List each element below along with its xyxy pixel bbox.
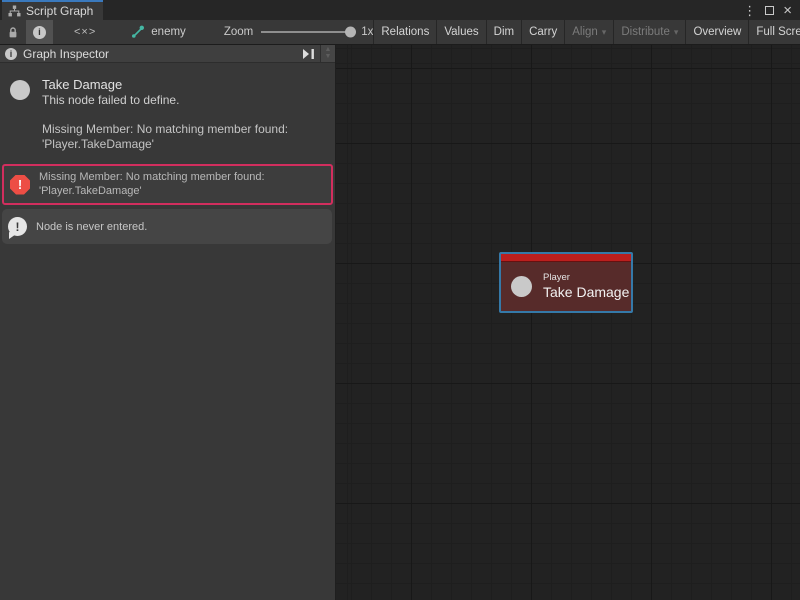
- tab-label: Script Graph: [26, 4, 93, 18]
- node-error-line2: 'Player.TakeDamage': [42, 137, 288, 152]
- zoom-slider[interactable]: [261, 20, 353, 45]
- error-box-line1: Missing Member: No matching member found…: [39, 171, 265, 185]
- window-tab-bar: Script Graph ⋮ ×: [0, 0, 800, 20]
- zoom-slider-track: [261, 31, 353, 33]
- menu-icon[interactable]: ⋮: [743, 4, 756, 17]
- panel-scroll-buttons: ▲ ▼: [321, 45, 335, 62]
- zoom-label: Zoom: [224, 26, 253, 38]
- node-header-strip: [501, 254, 631, 262]
- warning-message-box: ! Node is never entered.: [2, 209, 332, 244]
- take-damage-node[interactable]: Player Take Damage: [499, 252, 633, 313]
- distribute-button: Distribute ▾: [614, 20, 685, 44]
- main-area: i Graph Inspector ▲ ▼: [0, 45, 800, 600]
- tab-script-graph[interactable]: Script Graph: [2, 0, 103, 20]
- lock-button[interactable]: [0, 20, 26, 44]
- info-icon: i: [5, 48, 17, 60]
- dock-right-icon: [302, 49, 315, 59]
- close-icon[interactable]: ×: [783, 3, 792, 18]
- error-box-line2: 'Player.TakeDamage': [39, 185, 265, 199]
- zoom-control: Zoom 1x: [224, 20, 374, 44]
- inspector-body: Take Damage This node failed to define. …: [0, 63, 335, 600]
- node-icon: [511, 276, 532, 297]
- maximize-icon[interactable]: [765, 6, 774, 15]
- align-button: Align ▾: [565, 20, 613, 44]
- lock-icon: [7, 26, 19, 39]
- relations-button[interactable]: Relations: [374, 20, 436, 44]
- dock-panel-button[interactable]: [297, 45, 321, 62]
- graph-icon: [8, 5, 21, 17]
- script-graph-window: Script Graph ⋮ × i <×>: [0, 0, 800, 600]
- toolbar-buttons: Relations Values Dim Carry Align ▾ Distr…: [373, 20, 800, 44]
- node-summary: Take Damage This node failed to define. …: [0, 63, 335, 152]
- panel-title: Graph Inspector: [23, 47, 297, 61]
- script-graph-asset-icon: [129, 25, 145, 39]
- zoom-value: 1x: [361, 26, 373, 38]
- carry-button[interactable]: Carry: [522, 20, 564, 44]
- node-label: Take Damage: [543, 284, 629, 301]
- inspector-toggle-button[interactable]: i: [26, 20, 53, 44]
- node-type-icon: [10, 80, 30, 100]
- window-controls: ⋮ ×: [743, 0, 800, 20]
- breadcrumb-label: enemy: [151, 26, 186, 38]
- zoom-slider-handle[interactable]: [345, 27, 356, 38]
- error-icon: !: [10, 175, 30, 195]
- graph-inspector-header: i Graph Inspector ▲ ▼: [0, 45, 335, 63]
- chevron-down-icon: ▾: [602, 27, 607, 38]
- overview-button[interactable]: Overview: [686, 20, 748, 44]
- node-error-line1: Missing Member: No matching member found…: [42, 122, 288, 137]
- graph-toolbar: i <×> enemy Zoom 1x Relati: [0, 20, 800, 45]
- graph-canvas[interactable]: Player Take Damage: [336, 45, 800, 600]
- dim-button[interactable]: Dim: [487, 20, 521, 44]
- scroll-down-icon[interactable]: ▼: [325, 54, 332, 60]
- breadcrumb[interactable]: enemy: [129, 20, 186, 44]
- code-icon: <×>: [74, 26, 96, 38]
- code-view-button[interactable]: <×>: [67, 20, 103, 44]
- fullscreen-button[interactable]: Full Screen: [749, 20, 800, 44]
- info-icon: i: [33, 26, 46, 39]
- graph-inspector-panel: i Graph Inspector ▲ ▼: [0, 45, 336, 600]
- warning-icon: !: [8, 217, 27, 236]
- node-category: Player: [543, 272, 629, 284]
- node-status: This node failed to define.: [42, 93, 288, 108]
- warning-text: Node is never entered.: [36, 221, 147, 233]
- node-title: Take Damage: [42, 77, 288, 93]
- chevron-down-icon: ▾: [674, 27, 679, 38]
- values-button[interactable]: Values: [437, 20, 485, 44]
- error-message-box: ! Missing Member: No matching member fou…: [2, 164, 333, 205]
